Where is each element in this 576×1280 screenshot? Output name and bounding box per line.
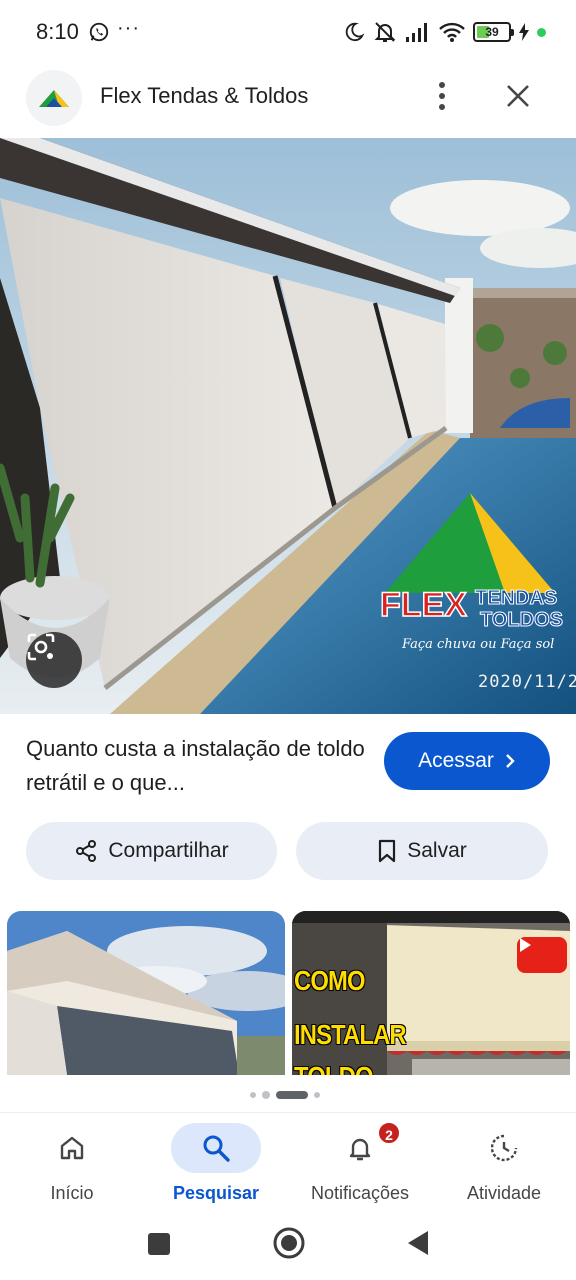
recents-button[interactable] <box>147 1232 171 1261</box>
source-header: Flex Tendas & Toldos <box>0 64 576 136</box>
charging-icon <box>519 23 529 41</box>
nav-notifications-label: Notificações <box>310 1183 410 1203</box>
chevron-right-icon <box>506 754 515 768</box>
thumb-text-line3: TOLDO <box>294 1061 373 1075</box>
status-more-icon: ··· <box>117 17 140 39</box>
result-image[interactable]: FLEX TENDAS TOLDOS Faça chuva ou Faça so… <box>0 138 576 714</box>
nav-notifications[interactable]: 2 Notificações <box>288 1113 432 1209</box>
battery-icon: 39 <box>473 22 514 42</box>
youtube-play-icon <box>517 937 567 973</box>
nav-activity[interactable]: Atividade <box>432 1113 576 1209</box>
status-icons: 39 <box>343 18 546 46</box>
thumb-text-line1: COMO <box>294 965 365 996</box>
bottom-navigation: Início Pesquisar 2 Notificações Atividad… <box>0 1112 576 1208</box>
notification-badge: 2 <box>377 1121 401 1145</box>
battery-level: 39 <box>485 25 499 39</box>
nav-home-label: Início <box>50 1183 94 1203</box>
system-navigation <box>0 1210 576 1280</box>
nav-home[interactable]: Início <box>0 1113 144 1209</box>
save-button[interactable]: Salvar <box>296 822 548 880</box>
share-icon <box>76 840 97 862</box>
nav-activity-label: Atividade <box>466 1183 542 1203</box>
svg-text:TOLDOS: TOLDOS <box>480 609 563 631</box>
svg-text:Faça chuva ou Faça sol: Faça chuva ou Faça sol <box>401 637 554 652</box>
related-thumb[interactable] <box>7 911 285 1075</box>
nav-search-label: Pesquisar <box>172 1183 260 1203</box>
home-button[interactable] <box>272 1226 306 1265</box>
svg-text:FLEX: FLEX <box>380 586 467 624</box>
share-button[interactable]: Compartilhar <box>26 822 277 880</box>
related-images: COMO INSTALAR TOLDO <box>0 911 576 1075</box>
save-label: Salvar <box>407 839 467 862</box>
share-label: Compartilhar <box>108 839 229 862</box>
bell-icon <box>349 1138 371 1161</box>
wifi-icon <box>439 22 465 42</box>
back-button[interactable] <box>406 1229 430 1262</box>
thumb-text-line2: INSTALAR <box>294 1019 407 1050</box>
status-time: 8:10 <box>36 19 79 44</box>
awning-pool-photo: FLEX TENDAS TOLDOS Faça chuva ou Faça so… <box>0 138 576 714</box>
header-title: Flex Tendas & Toldos <box>100 83 309 108</box>
visit-label: Acessar <box>418 749 494 772</box>
photo-date-stamp: 2020/11/2 <box>478 672 576 692</box>
result-caption[interactable]: Quanto custa a instalação de toldo retrá… <box>26 732 366 800</box>
home-circle-icon <box>273 1227 305 1259</box>
privacy-indicator <box>537 27 546 37</box>
dnd-moon-icon <box>345 22 365 42</box>
related-thumb[interactable]: COMO INSTALAR TOLDO <box>292 911 570 1075</box>
more-vert-icon[interactable] <box>428 78 456 114</box>
nav-search[interactable]: Pesquisar <box>144 1113 288 1209</box>
bell-off-icon <box>374 22 396 42</box>
svg-text:TENDAS: TENDAS <box>475 587 557 609</box>
back-icon <box>408 1231 428 1255</box>
activity-icon <box>490 1134 518 1162</box>
recents-icon <box>148 1233 170 1255</box>
visit-button[interactable]: Acessar <box>384 732 550 790</box>
carousel-pager <box>250 1090 320 1100</box>
status-bar: 8:10 ··· 39 <box>0 0 576 64</box>
bookmark-icon <box>379 839 396 863</box>
search-icon <box>203 1135 230 1162</box>
whatsapp-icon <box>89 22 109 42</box>
home-icon <box>60 1136 84 1160</box>
signal-icon <box>406 23 427 42</box>
close-icon[interactable] <box>500 78 536 114</box>
flex-tendas-logo-icon[interactable] <box>26 70 82 126</box>
lens-search-icon[interactable] <box>26 632 82 688</box>
